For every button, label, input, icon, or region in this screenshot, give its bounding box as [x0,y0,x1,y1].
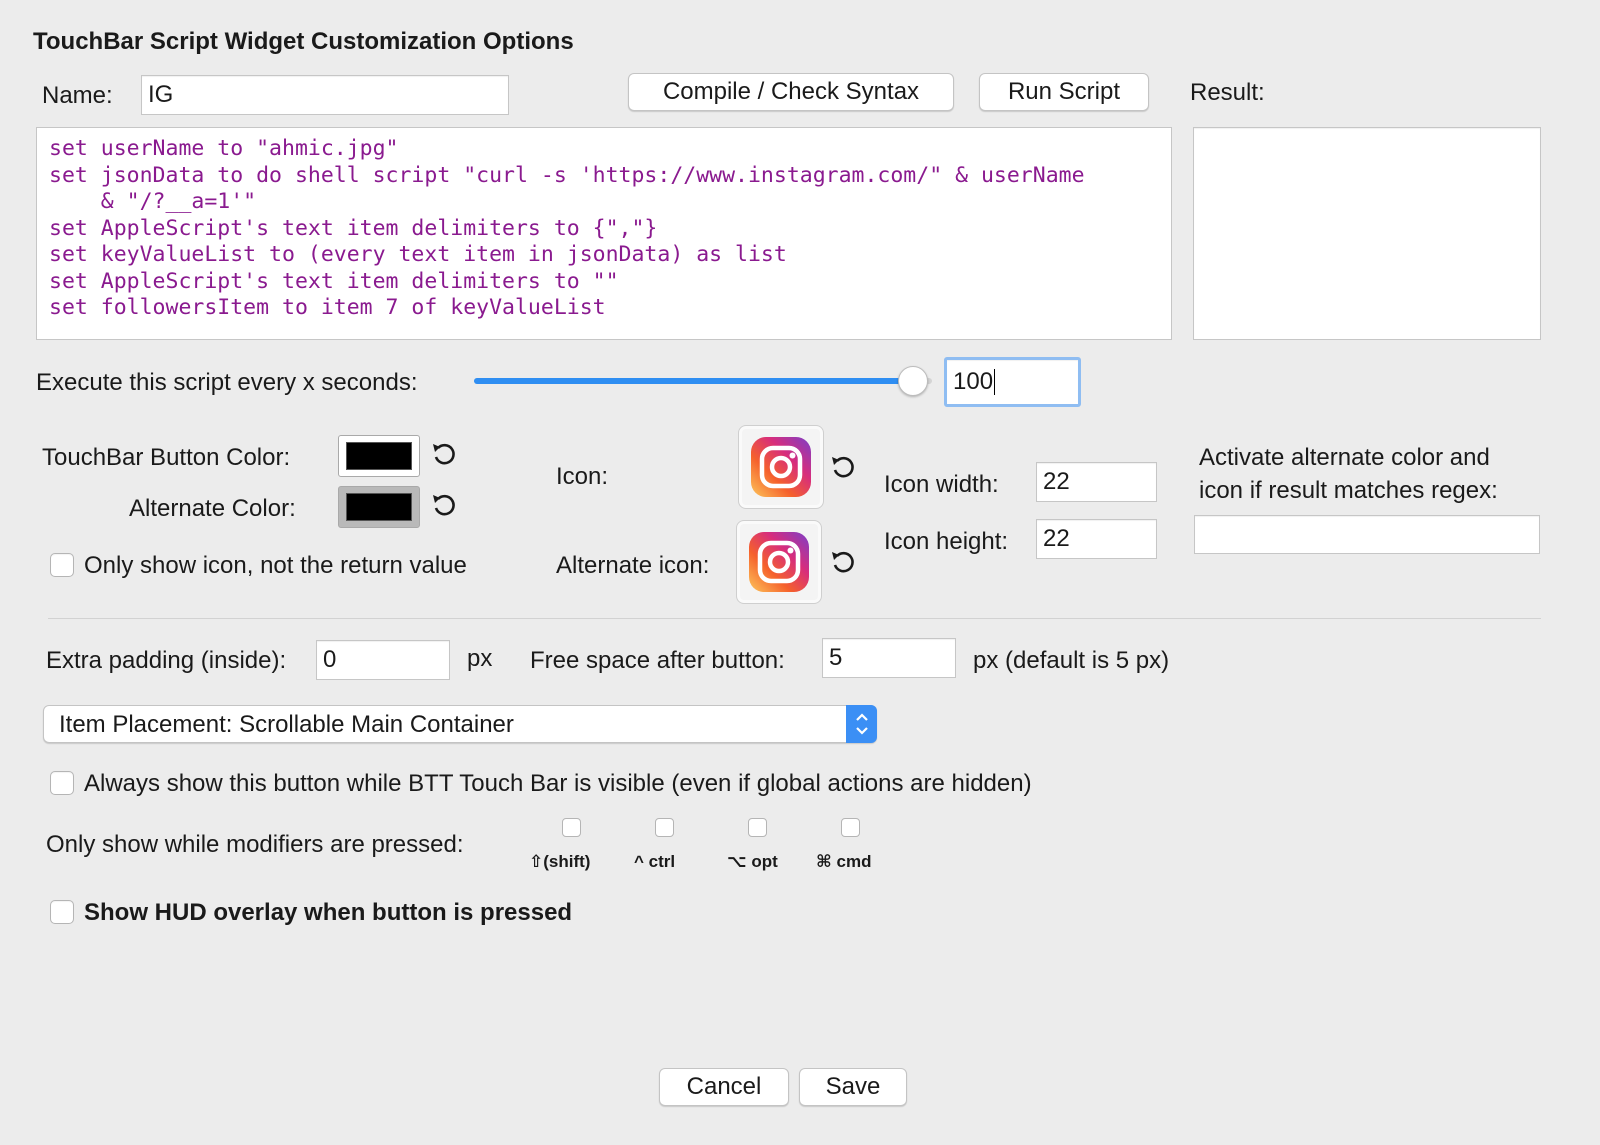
icon-width-input[interactable]: 22 [1036,462,1157,502]
free-space-label: Free space after button: [530,647,785,674]
instagram-icon [749,532,809,592]
icon-well[interactable] [738,425,824,509]
modifier-cmd-checkbox[interactable] [841,818,860,837]
modifier-cmd-label: ⌘ cmd [816,852,872,871]
padding-label: Extra padding (inside): [46,647,287,674]
modifier-shift-checkbox[interactable] [562,818,581,837]
reset-icon[interactable] [430,441,458,469]
save-button[interactable]: Save [799,1068,907,1106]
only-icon-label: Only show icon, not the return value [84,552,467,579]
alternate-color-label: Alternate Color: [129,495,296,522]
chevron-updown-icon [846,705,877,743]
icon-height-label: Icon height: [884,528,1009,555]
padding-unit: px [467,645,493,672]
modifier-ctrl-label: ^ ctrl [634,852,676,871]
script-line: set AppleScript's text item delimiters t… [49,215,658,241]
only-icon-checkbox[interactable] [50,553,74,577]
alternate-icon-well[interactable] [736,520,822,604]
free-space-unit: px (default is 5 px) [973,647,1170,674]
script-line: & "/?__a=1'" [49,189,257,214]
alternate-color-swatch [346,493,412,521]
result-label: Result: [1190,79,1265,106]
icon-width-label: Icon width: [884,471,999,498]
slider-fill [474,378,913,384]
script-line: set followersItem to item 7 of keyValueL… [49,295,606,320]
icon-label: Icon: [556,463,609,490]
run-script-button[interactable]: Run Script [979,73,1149,111]
name-label: Name: [42,82,113,109]
modifier-ctrl-checkbox[interactable] [655,818,674,837]
regex-input[interactable] [1194,515,1540,554]
reset-icon[interactable] [829,549,857,577]
interval-slider[interactable] [474,366,932,398]
interval-input[interactable]: 100 [944,357,1081,407]
slider-knob[interactable] [897,366,928,396]
button-color-well[interactable] [338,435,420,477]
hud-label: Show HUD overlay when button is pressed [84,899,573,926]
text-cursor [994,369,996,395]
alternate-color-well[interactable] [338,486,420,528]
always-show-checkbox[interactable] [50,771,74,795]
padding-input[interactable]: 0 [316,640,450,680]
instagram-icon [751,437,811,497]
alternate-icon-label: Alternate icon: [556,552,710,579]
item-placement-select[interactable]: Item Placement: Scrollable Main Containe… [43,705,877,743]
icon-height-input[interactable]: 22 [1036,519,1157,559]
script-line: set keyValueList to (every text item in … [49,242,787,267]
interval-value: 100 [953,368,994,395]
name-input[interactable]: IG [141,75,509,115]
regex-label-line2: icon if result matches regex: [1199,477,1498,504]
reset-icon[interactable] [430,492,458,520]
modifier-opt-checkbox[interactable] [748,818,767,837]
modifier-opt-label: ⌥ opt [727,852,778,871]
dialog-title: TouchBar Script Widget Customization Opt… [33,28,574,55]
script-line: set userName to "ahmic.jpg" [49,136,399,161]
result-output[interactable] [1193,127,1541,340]
regex-label-line1: Activate alternate color and [1199,444,1490,471]
script-line: set AppleScript's text item delimiters t… [49,268,619,294]
script-line: set jsonData to do shell script "curl -s… [49,162,1085,188]
always-show-label: Always show this button while BTT Touch … [84,770,1032,797]
button-color-label: TouchBar Button Color: [42,444,291,471]
item-placement-value: Item Placement: Scrollable Main Containe… [59,711,514,738]
free-space-input[interactable]: 5 [822,638,956,678]
cancel-button[interactable]: Cancel [659,1068,789,1106]
hud-checkbox[interactable] [50,900,74,924]
script-editor[interactable]: set userName to "ahmic.jpg" set jsonData… [36,127,1172,340]
compile-button[interactable]: Compile / Check Syntax [628,73,954,111]
divider [48,618,1541,619]
execute-label: Execute this script every x seconds: [36,369,418,396]
modifiers-label: Only show while modifiers are pressed: [46,831,464,858]
modifier-shift-label: ⇧(shift) [529,852,591,871]
reset-icon[interactable] [829,454,857,482]
button-color-swatch [346,442,412,470]
